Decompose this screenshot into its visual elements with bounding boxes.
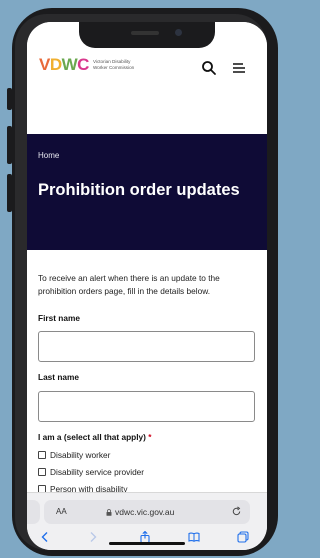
- logo-org-name: Victorian Disability Worker Commission: [92, 59, 135, 70]
- reload-icon[interactable]: [231, 506, 242, 517]
- required-mark: *: [148, 432, 152, 442]
- role-label-text: I am a (select all that apply): [38, 432, 146, 442]
- logo-mark: VDWC: [39, 56, 89, 73]
- logo[interactable]: VDWC Victorian Disability Worker Commiss…: [39, 56, 141, 73]
- address-bar[interactable]: AA vdwc.vic.gov.au: [44, 500, 250, 524]
- speaker: [131, 31, 159, 35]
- search-icon[interactable]: [201, 60, 217, 76]
- volume-up-button: [7, 126, 12, 164]
- logo-letter-d: D: [49, 55, 62, 74]
- home-indicator: [109, 542, 185, 545]
- role-option-label: Disability worker: [50, 450, 111, 460]
- logo-letter-v: V: [39, 55, 50, 74]
- form-intro: To receive an alert when there is an upd…: [38, 273, 220, 296]
- role-option-service-provider[interactable]: Disability service provider: [38, 467, 144, 477]
- tabs-icon[interactable]: [237, 531, 249, 543]
- screen: VDWC Victorian Disability Worker Commiss…: [27, 22, 267, 550]
- bookmarks-icon[interactable]: [188, 531, 200, 543]
- url-text: vdwc.vic.gov.au: [115, 507, 175, 517]
- logo-letter-c: C: [77, 55, 89, 74]
- hamburger-menu-icon[interactable]: [231, 60, 247, 76]
- last-name-field[interactable]: [38, 391, 255, 422]
- checkbox[interactable]: [38, 451, 46, 459]
- front-camera: [175, 29, 182, 36]
- role-option-label: Disability service provider: [50, 467, 145, 477]
- page-title: Prohibition order updates: [38, 181, 240, 199]
- first-name-field[interactable]: [38, 331, 255, 362]
- mute-switch: [7, 88, 12, 110]
- logo-letter-w: W: [61, 55, 78, 74]
- breadcrumb-home[interactable]: Home: [38, 151, 59, 160]
- previous-tab-stub[interactable]: [27, 500, 40, 524]
- role-group-label: I am a (select all that apply) *: [38, 432, 151, 442]
- url-display[interactable]: vdwc.vic.gov.au: [106, 507, 174, 517]
- checkbox[interactable]: [38, 468, 46, 476]
- notch: [79, 22, 215, 48]
- forward-icon[interactable]: [87, 531, 99, 543]
- back-icon[interactable]: [39, 531, 51, 543]
- hero-banner: Home Prohibition order updates: [27, 134, 267, 250]
- first-name-label: First name: [38, 313, 80, 323]
- text-size-button[interactable]: AA: [56, 507, 67, 516]
- role-option-disability-worker[interactable]: Disability worker: [38, 450, 110, 460]
- last-name-label: Last name: [38, 372, 80, 382]
- volume-down-button: [7, 174, 12, 212]
- lock-icon: [106, 508, 112, 516]
